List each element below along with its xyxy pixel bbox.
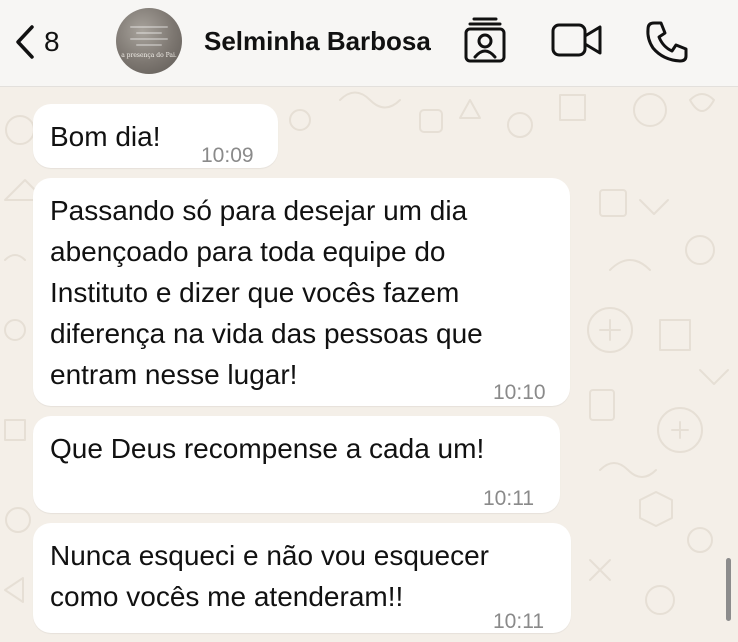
message-text: Nunca esqueci e não vou esquecer como vo… (50, 540, 489, 612)
message-list[interactable]: Bom dia! 10:09 Passando só para desejar … (0, 87, 738, 633)
back-button[interactable]: 8 (14, 24, 60, 60)
message-timestamp: 10:11 (483, 487, 534, 510)
message-bubble[interactable]: Nunca esqueci e não vou esquecer como vo… (33, 523, 571, 633)
avatar-text-line (130, 25, 168, 28)
message-timestamp: 10:10 (493, 381, 546, 404)
avatar-text-line (130, 37, 168, 40)
message-timestamp: 10:11 (493, 610, 544, 633)
avatar-text-line (136, 43, 162, 46)
contact-name[interactable]: Selminha Barbosa (204, 26, 431, 57)
phone-icon[interactable] (645, 20, 689, 64)
message-text: Passando só para desejar um dia abençoad… (50, 195, 483, 390)
chat-header: 8 a presença do Pai. Selminha Barbosa (0, 0, 738, 87)
scrollbar[interactable] (726, 558, 731, 621)
contact-card-icon[interactable] (462, 16, 508, 64)
message-bubble[interactable]: Bom dia! 10:09 (33, 104, 278, 168)
message-timestamp: 10:09 (201, 144, 254, 167)
message-bubble[interactable]: Que Deus recompense a cada um! 10:11 (33, 416, 560, 513)
message-bubble[interactable]: Passando só para desejar um dia abençoad… (33, 178, 570, 406)
avatar-text-line (136, 31, 162, 34)
chevron-left-icon (16, 25, 34, 59)
message-text: Bom dia! (50, 121, 161, 152)
avatar-caption: a presença do Pai. (121, 51, 177, 59)
unread-count: 8 (44, 26, 60, 57)
message-text: Que Deus recompense a cada um! (50, 433, 485, 464)
video-camera-icon[interactable] (551, 22, 603, 58)
avatar[interactable]: a presença do Pai. (116, 8, 182, 74)
